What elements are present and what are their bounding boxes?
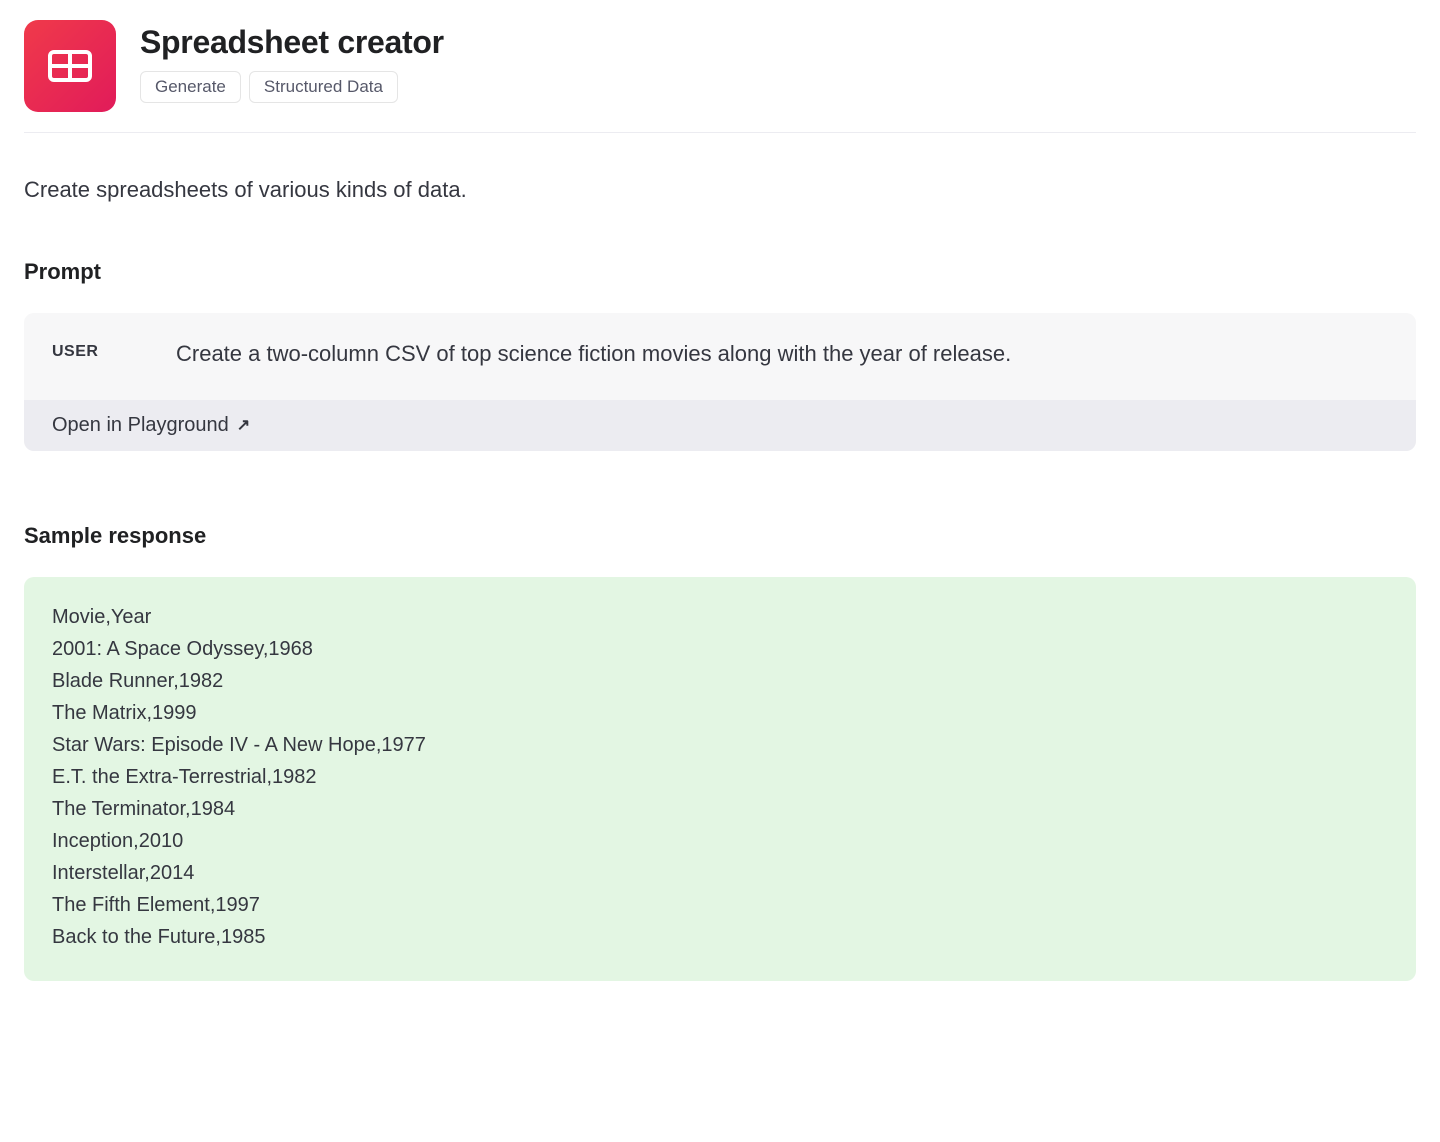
spreadsheet-icon [46, 42, 94, 90]
external-link-icon: ↗ [237, 415, 250, 435]
sample-response-heading: Sample response [24, 523, 1416, 549]
description: Create spreadsheets of various kinds of … [24, 177, 1416, 203]
response-line: 2001: A Space Odyssey,1968 [52, 633, 1388, 665]
title-block: Spreadsheet creator Generate Structured … [140, 20, 444, 103]
response-line: Star Wars: Episode IV - A New Hope,1977 [52, 729, 1388, 761]
role-label: USER [52, 339, 112, 361]
response-card: Movie,Year 2001: A Space Odyssey,1968 Bl… [24, 577, 1416, 981]
response-line: Blade Runner,1982 [52, 665, 1388, 697]
open-in-playground-label: Open in Playground [52, 414, 229, 437]
header: Spreadsheet creator Generate Structured … [24, 20, 1416, 133]
tag-structured-data[interactable]: Structured Data [249, 71, 398, 103]
response-line: The Fifth Element,1997 [52, 889, 1388, 921]
prompt-footer: Open in Playground ↗ [24, 400, 1416, 451]
response-line: Movie,Year [52, 601, 1388, 633]
prompt-body: USER Create a two-column CSV of top scie… [24, 313, 1416, 400]
open-in-playground-button[interactable]: Open in Playground ↗ [52, 414, 250, 437]
response-line: The Matrix,1999 [52, 697, 1388, 729]
tag-row: Generate Structured Data [140, 71, 444, 103]
page-title: Spreadsheet creator [140, 24, 444, 61]
tag-generate[interactable]: Generate [140, 71, 241, 103]
response-line: Interstellar,2014 [52, 857, 1388, 889]
prompt-text: Create a two-column CSV of top science f… [176, 339, 1011, 370]
response-line: Back to the Future,1985 [52, 921, 1388, 953]
prompt-card: USER Create a two-column CSV of top scie… [24, 313, 1416, 451]
app-icon-tile [24, 20, 116, 112]
response-line: E.T. the Extra-Terrestrial,1982 [52, 761, 1388, 793]
prompt-heading: Prompt [24, 259, 1416, 285]
response-line: Inception,2010 [52, 825, 1388, 857]
response-line: The Terminator,1984 [52, 793, 1388, 825]
